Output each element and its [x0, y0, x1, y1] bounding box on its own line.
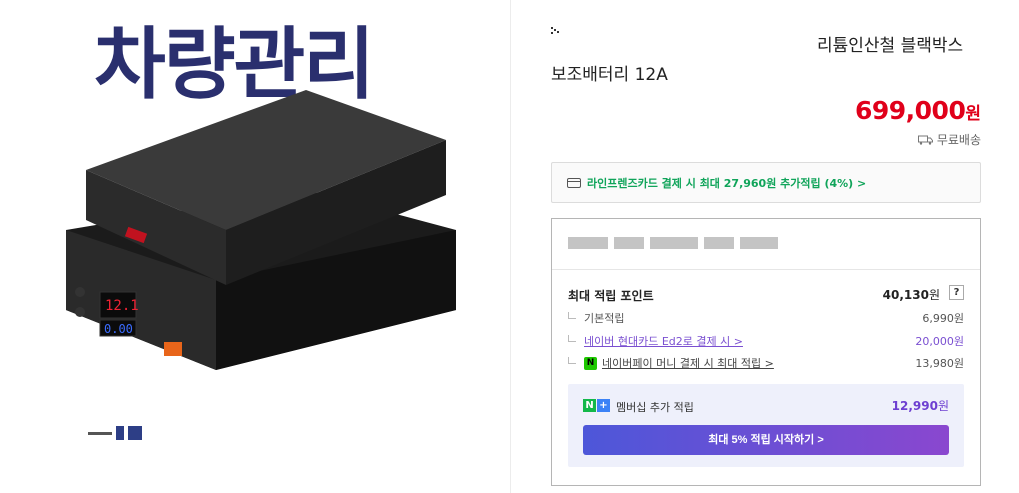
membership-unit: 원	[937, 399, 949, 413]
credit-card-icon	[567, 177, 581, 188]
membership-amount: 12,990	[891, 399, 938, 413]
product-image-pane: 차량관리 12.1 0.00	[0, 0, 510, 493]
truck-icon	[917, 135, 933, 145]
card-benefit-link[interactable]: 네이버 현대카드 Ed2로 결제 시 >	[584, 335, 743, 348]
shipping-label: 무료배송	[936, 133, 981, 147]
npay-benefit-link[interactable]: 네이버페이 머니 결제 시 최대 적립 >	[602, 357, 774, 370]
store-badge-icon	[551, 27, 559, 34]
help-icon[interactable]: ?	[949, 285, 964, 300]
max-points-unit: 원	[928, 288, 940, 302]
tree-elbow-icon	[568, 357, 576, 364]
points-row-card[interactable]: 네이버 현대카드 Ed2로 결제 시 > 20,000원	[568, 333, 964, 349]
points-row-value: 20,000원	[915, 335, 964, 348]
tree-elbow-icon	[568, 335, 576, 342]
card-promo-text: 라인프렌즈카드 결제 시 최대 27,960원 추가적립 (4%) >	[587, 176, 867, 190]
points-row-npay[interactable]: N 네이버페이 머니 결제 시 최대 적립 > 13,980원	[568, 355, 964, 371]
max-points-value: 40,130원	[883, 286, 940, 303]
product-info: 리튬인산철 블랙박스 보조배터리 12A 699,000원 무료배송 라인프렌즈…	[551, 0, 981, 493]
naver-plus-icon: N +	[583, 399, 610, 412]
max-points-amount: 40,130	[882, 288, 929, 302]
product-title-line1: 리튬인산철 블랙박스	[817, 36, 964, 56]
blurred-text	[568, 233, 778, 253]
points-row-value: 6,990원	[922, 312, 964, 325]
price-amount: 699,000	[854, 96, 966, 125]
divider	[552, 269, 980, 270]
points-row-value: 13,980원	[915, 357, 964, 370]
svg-text:0.00: 0.00	[104, 322, 133, 336]
npay-icon: N	[584, 356, 597, 370]
card-promo-banner[interactable]: 라인프렌즈카드 결제 시 최대 27,960원 추가적립 (4%) >	[551, 162, 981, 203]
plus-icon: +	[597, 399, 610, 412]
thumbnail-caption	[88, 426, 150, 442]
product-page: 차량관리 12.1 0.00 리튬인산철 블랙박스 보조배터리 12A 699,…	[0, 0, 1019, 493]
price-unit: 원	[965, 104, 981, 124]
price: 699,000원	[855, 96, 981, 125]
shipping-info: 무료배송	[917, 131, 981, 148]
tree-elbow-icon	[568, 312, 576, 319]
product-image: 12.1 0.00	[66, 90, 456, 370]
product-title-line2: 보조배터리 12A	[551, 65, 668, 85]
start-membership-button[interactable]: 최대 5% 적립 시작하기 >	[583, 425, 949, 455]
points-row-label: 기본적립	[584, 312, 625, 325]
max-points-label: 최대 적립 포인트	[568, 289, 654, 303]
points-panel: 최대 적립 포인트 40,130원 ? 기본적립 6,990원 네이버 현대카드…	[551, 218, 981, 486]
membership-box: N + 멤버십 추가 적립 12,990원 최대 5% 적립 시작하기 >	[568, 384, 964, 467]
pane-divider	[510, 0, 511, 493]
naver-n-icon: N	[583, 399, 596, 412]
membership-value: 12,990원	[892, 397, 949, 414]
svg-text:12.1: 12.1	[105, 298, 139, 314]
membership-label: 멤버십 추가 적립	[616, 401, 694, 414]
points-row-basic: 기본적립 6,990원	[568, 310, 964, 326]
